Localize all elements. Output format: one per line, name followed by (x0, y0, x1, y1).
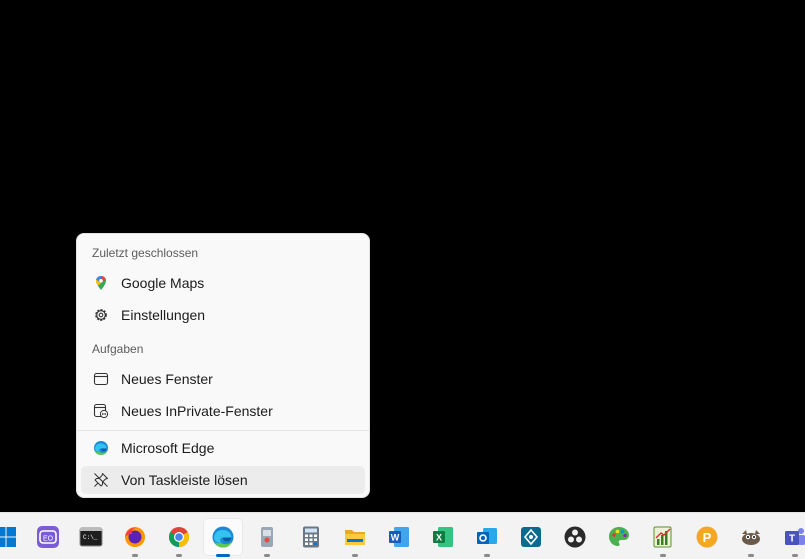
jumplist-item-new-inprivate-window[interactable]: Neues InPrivate-Fenster (81, 397, 365, 425)
running-indicator (264, 554, 270, 557)
chart-app-icon (651, 525, 675, 549)
paint-icon (607, 525, 631, 549)
firefox-icon (123, 525, 147, 549)
file-explorer-icon (343, 525, 367, 549)
svg-text:EO: EO (43, 536, 54, 543)
tasks-section-header: Aufgaben (92, 342, 144, 356)
word-icon: W (387, 525, 411, 549)
taskbar-app-registry[interactable] (247, 518, 287, 557)
edge-icon (93, 440, 109, 456)
jumplist-item-label: Neues Fenster (121, 371, 213, 387)
taskbar-app-chart[interactable] (643, 518, 683, 557)
gear-icon (93, 307, 109, 323)
taskbar-app-word[interactable]: W (379, 518, 419, 556)
taskbar-app-obs[interactable] (555, 518, 595, 556)
jumplist-item-label: Einstellungen (121, 307, 206, 323)
google-maps-icon (93, 275, 109, 291)
vpn-icon (519, 525, 543, 549)
excel-icon: X (431, 525, 455, 549)
running-indicator (132, 554, 138, 557)
taskbar-app-gimp[interactable] (731, 518, 771, 557)
running-indicator (352, 554, 358, 557)
jumplist-item-label: Von Taskleiste lösen (121, 472, 248, 488)
svg-text:P: P (703, 530, 712, 545)
svg-text:C:\_: C:\_ (83, 534, 98, 541)
taskbar-app-paint[interactable] (599, 518, 639, 556)
running-indicator (484, 554, 490, 557)
taskbar-app-outlook[interactable] (467, 518, 507, 557)
recent-section-header: Zuletzt geschlossen (92, 246, 199, 260)
chrome-icon (167, 525, 191, 549)
taskbar-app-terminal-alt[interactable]: EO (28, 518, 68, 556)
jumplist-item-new-window[interactable]: Neues Fenster (81, 365, 365, 393)
jumplist-item-unpin[interactable]: Von Taskleiste lösen (81, 466, 365, 494)
jumplist-item-settings[interactable]: Einstellungen (81, 301, 365, 329)
inprivate-window-icon (93, 403, 109, 419)
taskbar-app-vpn[interactable] (511, 518, 551, 556)
start-icon (0, 525, 18, 549)
running-indicator (748, 554, 754, 557)
gimp-icon (739, 525, 763, 549)
svg-text:X: X (436, 533, 442, 543)
running-indicator (792, 554, 798, 557)
jumplist-item-label: Microsoft Edge (121, 440, 215, 456)
jumplist-item-label: Google Maps (121, 275, 205, 291)
edge-icon (211, 525, 235, 549)
obs-icon (563, 525, 587, 549)
taskbar-app-teams[interactable]: T (775, 518, 805, 557)
terminal-alt-icon: EO (36, 525, 60, 549)
menu-divider (77, 430, 369, 431)
taskbar-app-p[interactable]: P (687, 518, 727, 556)
taskbar-app-cmd[interactable]: C:\_ (71, 518, 111, 556)
window-icon (93, 371, 109, 387)
taskbar: EO C:\_ W X P T (0, 512, 805, 559)
taskbar-app-calculator[interactable] (291, 518, 331, 556)
registry-icon (255, 525, 279, 549)
jump-list-menu: Zuletzt geschlossen Google Maps Einstell… (76, 233, 370, 498)
taskbar-app-edge[interactable] (203, 518, 243, 557)
outlook-icon (475, 525, 499, 549)
jumplist-item-google-maps[interactable]: Google Maps (81, 269, 365, 297)
cmd-icon: C:\_ (79, 525, 103, 549)
taskbar-app-firefox[interactable] (115, 518, 155, 557)
svg-text:T: T (789, 534, 795, 545)
teams-icon: T (783, 525, 805, 549)
running-indicator (176, 554, 182, 557)
unpin-icon (93, 472, 109, 488)
svg-text:W: W (391, 533, 400, 543)
jumplist-item-label: Neues InPrivate-Fenster (121, 403, 273, 419)
taskbar-app-chrome[interactable] (159, 518, 199, 557)
taskbar-app-file-explorer[interactable] (335, 518, 375, 557)
running-indicator (216, 554, 230, 557)
p-app-icon: P (695, 525, 719, 549)
running-indicator (660, 554, 666, 557)
taskbar-start-button[interactable] (0, 518, 26, 556)
taskbar-app-excel[interactable]: X (423, 518, 463, 556)
jumplist-item-microsoft-edge[interactable]: Microsoft Edge (81, 434, 365, 462)
calculator-icon (299, 525, 323, 549)
